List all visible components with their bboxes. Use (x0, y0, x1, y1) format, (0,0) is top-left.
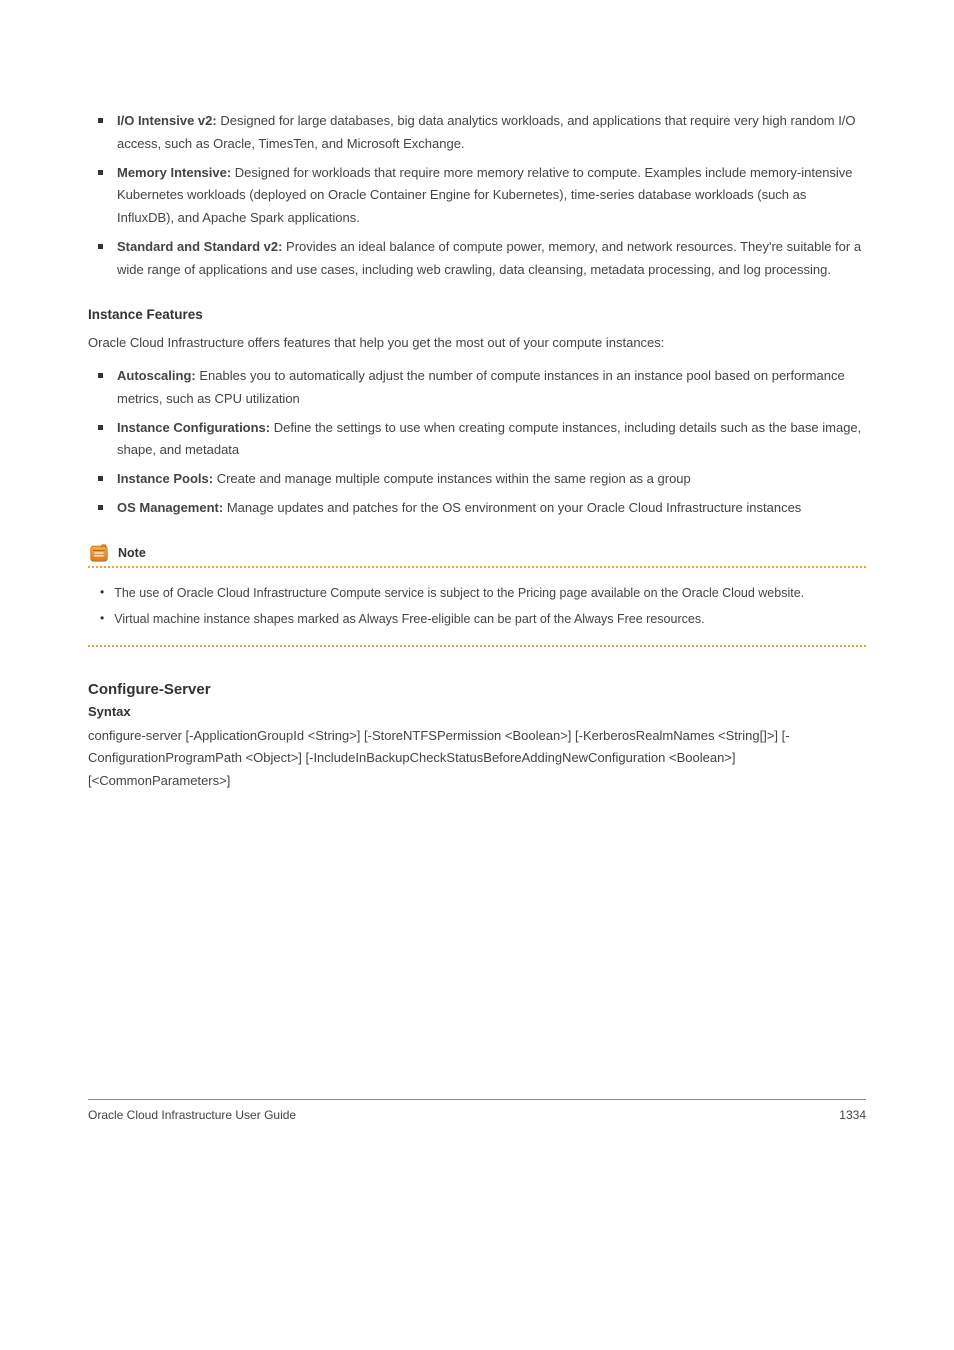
note-item-text: The use of Oracle Cloud Infrastructure C… (114, 582, 804, 605)
list-item: Autoscaling: Enables you to automaticall… (88, 365, 866, 411)
list-item: Memory Intensive: Designed for workloads… (88, 162, 866, 230)
list-item-label: Instance Pools: (117, 471, 213, 486)
note-label: Note (118, 546, 146, 560)
list-item-label: Memory Intensive: (117, 165, 231, 180)
list-item-desc: Enables you to automatically adjust the … (117, 368, 845, 406)
note-item-text: Virtual machine instance shapes marked a… (114, 608, 704, 631)
bullet-icon (98, 244, 103, 249)
list-item-label: Standard and Standard v2: (117, 239, 282, 254)
syntax-text: configure-server [-ApplicationGroupId <S… (88, 725, 866, 793)
list-item-text: Standard and Standard v2: Provides an id… (117, 236, 866, 282)
list-item-desc: Manage updates and patches for the OS en… (227, 500, 802, 515)
footer-rule (88, 1099, 866, 1100)
command-heading: Configure-Server (88, 681, 866, 698)
bullet-icon (98, 118, 103, 123)
bullet-icon (98, 425, 103, 430)
list-item-text: I/O Intensive v2: Designed for large dat… (117, 110, 866, 156)
footer: Oracle Cloud Infrastructure User Guide 1… (88, 1108, 866, 1122)
note-block: Note • The use of Oracle Cloud Infrastru… (88, 542, 866, 647)
list-item: Instance Configurations: Define the sett… (88, 417, 866, 463)
instance-type-list: I/O Intensive v2: Designed for large dat… (88, 110, 866, 281)
note-header: Note (88, 542, 866, 564)
bullet-icon (98, 476, 103, 481)
note-item: • The use of Oracle Cloud Infrastructure… (90, 582, 864, 605)
list-item-text: Instance Pools: Create and manage multip… (117, 468, 691, 491)
list-item-desc: Create and manage multiple compute insta… (217, 471, 691, 486)
list-item-text: Autoscaling: Enables you to automaticall… (117, 365, 866, 411)
list-item: OS Management: Manage updates and patche… (88, 497, 866, 520)
list-item-text: Memory Intensive: Designed for workloads… (117, 162, 866, 230)
footer-right: 1334 (839, 1108, 866, 1122)
list-item-desc: Designed for large databases, big data a… (117, 113, 856, 151)
bullet-icon (98, 170, 103, 175)
list-item-text: Instance Configurations: Define the sett… (117, 417, 866, 463)
list-item: Instance Pools: Create and manage multip… (88, 468, 866, 491)
list-item-label: I/O Intensive v2: (117, 113, 217, 128)
dotted-rule-bottom (88, 645, 866, 647)
note-body: • The use of Oracle Cloud Infrastructure… (88, 582, 866, 631)
syntax-label: Syntax (88, 704, 866, 719)
list-item-label: OS Management: (117, 500, 223, 515)
dotted-rule-top (88, 566, 866, 568)
note-icon (88, 542, 110, 564)
list-item-label: Autoscaling: (117, 368, 196, 383)
note-item: • Virtual machine instance shapes marked… (90, 608, 864, 631)
feature-list: Autoscaling: Enables you to automaticall… (88, 365, 866, 520)
bullet-dot-icon: • (100, 582, 104, 604)
list-item-text: OS Management: Manage updates and patche… (117, 497, 801, 520)
list-item: I/O Intensive v2: Designed for large dat… (88, 110, 866, 156)
bullet-icon (98, 505, 103, 510)
footer-left: Oracle Cloud Infrastructure User Guide (88, 1108, 296, 1122)
bullet-dot-icon: • (100, 608, 104, 630)
section-intro: Oracle Cloud Infrastructure offers featu… (88, 332, 866, 355)
list-item-label: Instance Configurations: (117, 420, 270, 435)
bullet-icon (98, 373, 103, 378)
section-heading: Instance Features (88, 307, 866, 322)
list-item: Standard and Standard v2: Provides an id… (88, 236, 866, 282)
